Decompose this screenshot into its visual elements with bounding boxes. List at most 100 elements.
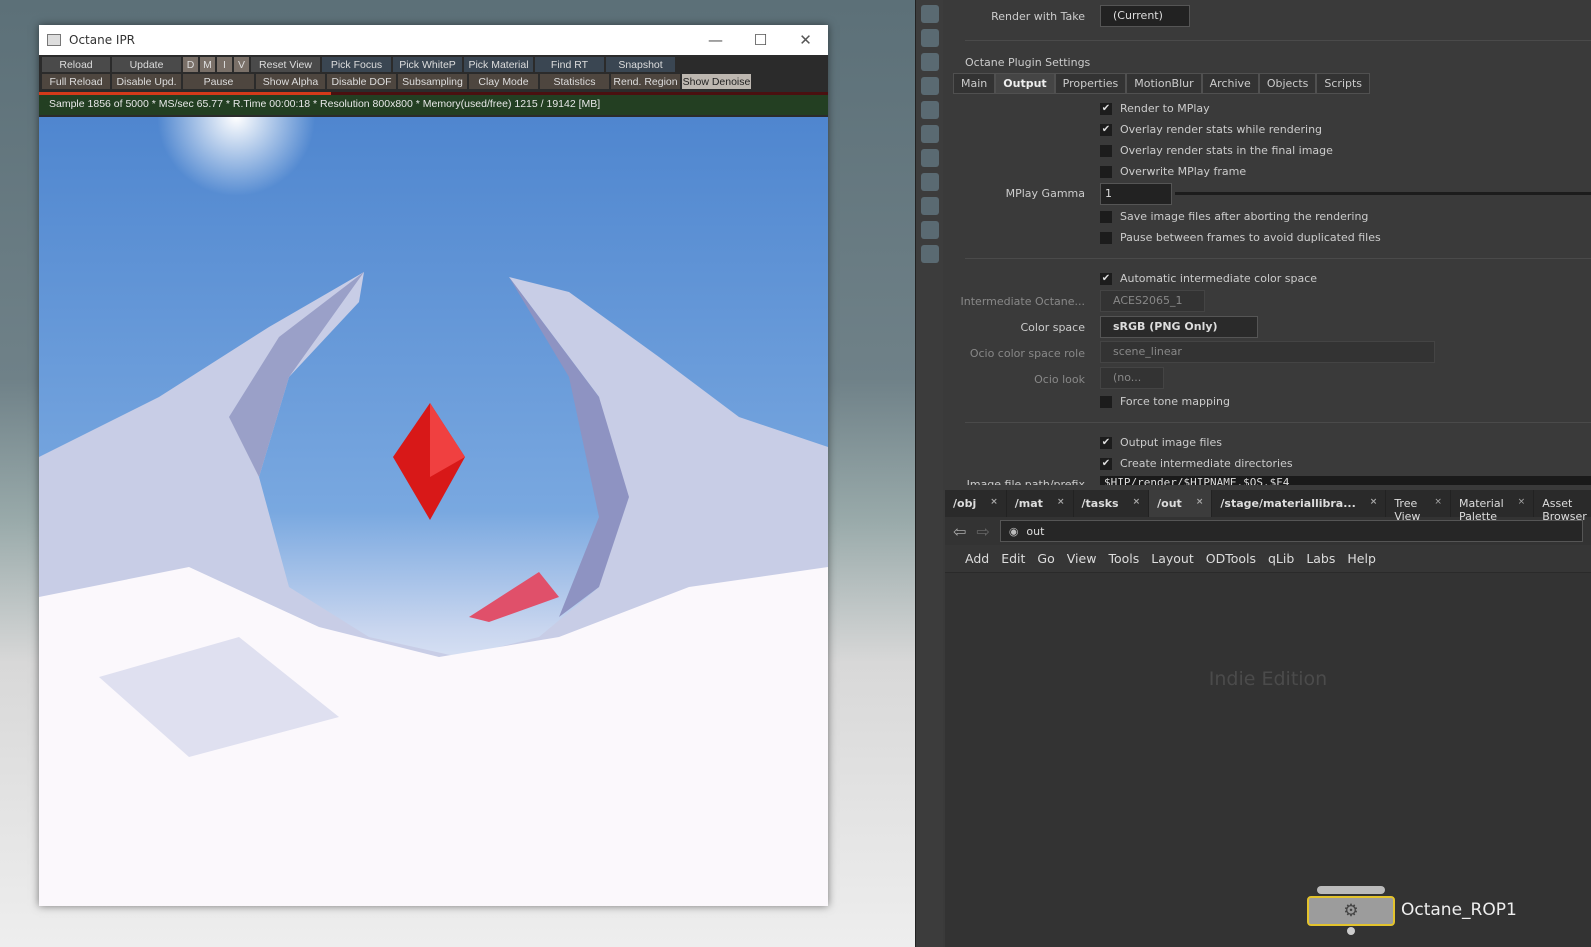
tab-objects[interactable]: Objects xyxy=(1258,73,1317,94)
camera-icon[interactable] xyxy=(921,197,939,215)
tool-icon[interactable] xyxy=(921,5,939,23)
ipr-button-show-denoise[interactable]: Show Denoise xyxy=(682,74,751,89)
checkbox[interactable]: ✔ xyxy=(1100,436,1112,449)
checkbox-row[interactable]: Pause between frames to avoid duplicated… xyxy=(1100,231,1381,244)
checkbox[interactable] xyxy=(1100,210,1112,223)
checkbox-row[interactable]: Save image files after aborting the rend… xyxy=(1100,210,1368,223)
tool-icon[interactable] xyxy=(921,77,939,95)
section-title: Octane Plugin Settings xyxy=(965,56,1091,69)
checkbox[interactable] xyxy=(1100,395,1112,408)
tool-icon[interactable] xyxy=(921,173,939,191)
network-tab[interactable]: /tasks × xyxy=(1074,490,1150,517)
checkbox-row[interactable]: ✔ Overlay render stats while rendering xyxy=(1100,123,1322,136)
ipr-button-find-rt[interactable]: Find RT xyxy=(535,57,604,72)
mplay-gamma-input[interactable]: 1 xyxy=(1100,183,1172,205)
tool-icon[interactable] xyxy=(921,221,939,239)
close-tab-icon[interactable]: × xyxy=(1133,497,1141,510)
close-icon[interactable]: ✕ xyxy=(783,31,828,49)
ocio-role-dropdown[interactable]: scene_linear xyxy=(1100,341,1435,363)
checkbox[interactable] xyxy=(1100,231,1112,244)
checkbox-row[interactable]: Overwrite MPlay frame xyxy=(1100,165,1246,178)
network-tab[interactable]: Asset Browser× xyxy=(1534,490,1591,523)
checkbox[interactable] xyxy=(1100,165,1112,178)
network-tab[interactable]: /stage/materiallibra... × xyxy=(1212,490,1387,517)
node-output-connector[interactable] xyxy=(1347,927,1355,935)
tab-main[interactable]: Main xyxy=(953,73,996,94)
intermediate-dropdown[interactable]: ACES2065_1 xyxy=(1100,290,1205,312)
ipr-button-m[interactable]: M xyxy=(200,57,215,72)
ipr-button-pick-material[interactable]: Pick Material xyxy=(464,57,533,72)
ipr-button-update[interactable]: Update xyxy=(112,57,181,72)
ipr-button-full-reload[interactable]: Full Reload xyxy=(42,74,110,89)
ipr-button-pick-whitep[interactable]: Pick WhiteP xyxy=(393,57,462,72)
forward-icon[interactable]: ⇨ xyxy=(976,522,989,541)
ipr-button-pause[interactable]: Pause xyxy=(183,74,254,89)
ipr-button-d[interactable]: D xyxy=(183,57,198,72)
ipr-button-pick-focus[interactable]: Pick Focus xyxy=(322,57,391,72)
close-tab-icon[interactable]: × xyxy=(1370,497,1378,510)
checkbox[interactable]: ✔ xyxy=(1100,123,1112,136)
close-tab-icon[interactable]: × xyxy=(1518,497,1526,510)
back-icon[interactable]: ⇦ xyxy=(953,522,966,541)
network-tab[interactable]: /mat × xyxy=(1007,490,1074,517)
ipr-button-disable-dof[interactable]: Disable DOF xyxy=(327,74,396,89)
tab-properties[interactable]: Properties xyxy=(1054,73,1127,94)
menu-go[interactable]: Go xyxy=(1037,551,1054,566)
ipr-button-snapshot[interactable]: Snapshot xyxy=(606,57,675,72)
network-tab[interactable]: Tree View × xyxy=(1386,490,1451,523)
checkbox[interactable] xyxy=(1100,144,1112,157)
lock-icon[interactable] xyxy=(921,53,939,71)
menu-qlib[interactable]: qLib xyxy=(1268,551,1294,566)
ipr-button-v[interactable]: V xyxy=(234,57,249,72)
tab-motionblur[interactable]: MotionBlur xyxy=(1126,73,1202,94)
close-tab-icon[interactable]: × xyxy=(1434,497,1442,510)
network-tab[interactable]: Material Palette × xyxy=(1451,490,1535,523)
ipr-button-statistics[interactable]: Statistics xyxy=(540,74,609,89)
tab-output[interactable]: Output xyxy=(995,73,1055,94)
render-image[interactable] xyxy=(39,117,828,906)
path-bar[interactable]: ◉ out xyxy=(999,520,1583,542)
path-input[interactable]: $HIP/render/$HIPNAME.$OS.$F4 xyxy=(1100,476,1591,485)
checkbox-row[interactable]: ✔ Render to MPlay xyxy=(1100,102,1210,115)
octane-rop-node[interactable]: ⚙ xyxy=(1307,896,1395,926)
checkbox-row[interactable]: Overlay render stats in the final image xyxy=(1100,144,1333,157)
ipr-button-reload[interactable]: Reload xyxy=(42,57,110,72)
menu-labs[interactable]: Labs xyxy=(1306,551,1335,566)
close-tab-icon[interactable]: × xyxy=(1196,497,1204,510)
tab-archive[interactable]: Archive xyxy=(1201,73,1259,94)
menu-layout[interactable]: Layout xyxy=(1151,551,1194,566)
render-with-take-dropdown[interactable]: (Current) xyxy=(1100,5,1190,27)
network-pane[interactable]: /obj ×/mat ×/tasks ×/out ×/stage/materiallib… xyxy=(945,490,1591,947)
ipr-button-rend-region[interactable]: Rend. Region xyxy=(611,74,680,89)
ipr-button-reset-view[interactable]: Reset View xyxy=(251,57,320,72)
ipr-button-show-alpha[interactable]: Show Alpha xyxy=(256,74,325,89)
ipr-button-disable-upd-[interactable]: Disable Upd. xyxy=(112,74,181,89)
light-icon[interactable] xyxy=(921,125,939,143)
menu-tools[interactable]: Tools xyxy=(1108,551,1139,566)
menu-view[interactable]: View xyxy=(1067,551,1097,566)
menu-add[interactable]: Add xyxy=(965,551,989,566)
checkbox[interactable]: ✔ xyxy=(1100,457,1112,470)
network-tab[interactable]: /out × xyxy=(1149,490,1213,517)
network-tab[interactable]: /obj × xyxy=(945,490,1007,517)
mplay-gamma-slider[interactable] xyxy=(1175,192,1591,195)
color-space-dropdown[interactable]: sRGB (PNG Only) xyxy=(1100,316,1258,338)
tool-icon[interactable] xyxy=(921,101,939,119)
menu-edit[interactable]: Edit xyxy=(1001,551,1025,566)
maximize-icon[interactable]: ☐ xyxy=(738,31,783,49)
minimize-icon[interactable]: — xyxy=(693,31,738,49)
light-icon[interactable] xyxy=(921,149,939,167)
tool-icon[interactable] xyxy=(921,245,939,263)
tool-icon[interactable] xyxy=(921,29,939,47)
close-tab-icon[interactable]: × xyxy=(1057,497,1065,510)
checkbox[interactable]: ✔ xyxy=(1100,272,1112,285)
close-tab-icon[interactable]: × xyxy=(990,497,998,510)
ocio-look-dropdown[interactable]: (no... xyxy=(1100,367,1164,389)
ipr-button-clay-mode[interactable]: Clay Mode xyxy=(469,74,538,89)
menu-help[interactable]: Help xyxy=(1347,551,1376,566)
menu-odtools[interactable]: ODTools xyxy=(1206,551,1256,566)
ipr-button-subsampling[interactable]: Subsampling xyxy=(398,74,467,89)
checkbox[interactable]: ✔ xyxy=(1100,102,1112,115)
ipr-button-i[interactable]: I xyxy=(217,57,232,72)
tab-scripts[interactable]: Scripts xyxy=(1316,73,1371,94)
